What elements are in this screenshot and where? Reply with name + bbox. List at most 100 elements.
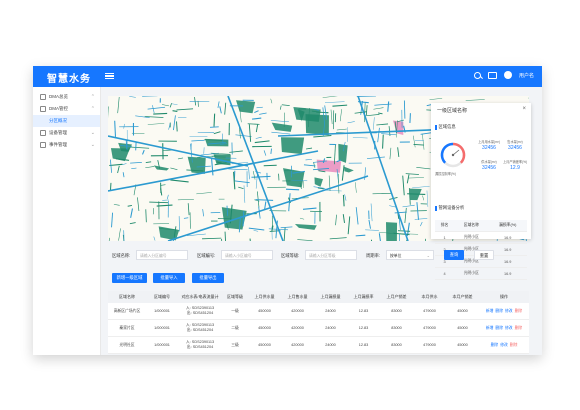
map-pipe xyxy=(172,110,178,112)
map-pipe xyxy=(324,101,345,103)
sidebar-item-dma-overview[interactable]: DMA总览 ⌃ xyxy=(33,91,100,103)
map-pipe xyxy=(302,207,317,210)
map-pipe xyxy=(299,217,305,220)
map-pipe xyxy=(167,194,169,200)
area-code-label: 区域编号: xyxy=(197,253,216,258)
map-pipe xyxy=(122,163,127,166)
map-pipe xyxy=(251,117,262,120)
sidebar: DMA总览 ⌃ DMA管控 ⌃ 分区概况 设备管理 ⌄ 事件管理 ⌄ xyxy=(33,87,101,355)
sidebar-item-dma-control[interactable]: DMA管控 ⌃ xyxy=(33,103,100,115)
col-header: 上月供水量 xyxy=(248,291,281,303)
month-diff-cell: 45000 xyxy=(446,336,479,354)
row-action-link[interactable]: 删除 xyxy=(495,326,503,330)
sidebar-item-label: DMA管控 xyxy=(49,106,68,111)
map-pipe xyxy=(352,137,368,139)
map-pipe xyxy=(111,212,114,228)
map-pipe xyxy=(173,115,176,131)
name-cell: 高新区广场片区 xyxy=(108,303,146,320)
reset-button[interactable]: 重置 xyxy=(474,250,494,260)
map-pipe xyxy=(228,168,248,171)
col-header: 区域等级 xyxy=(222,291,248,303)
row-action-link[interactable]: 删除 xyxy=(510,343,518,347)
event-icon xyxy=(40,142,46,148)
row-action-link[interactable]: 修改 xyxy=(505,309,513,313)
menu-toggle-icon[interactable] xyxy=(105,71,114,80)
row-action-link[interactable]: 新增 xyxy=(486,326,494,330)
section-zone-info: 区域信息 xyxy=(435,124,456,130)
map-pipe xyxy=(229,150,243,153)
map-park-area xyxy=(235,100,256,114)
map-pipe xyxy=(342,214,345,223)
row-action-link[interactable]: 修改 xyxy=(500,343,508,347)
map-pipe xyxy=(377,127,380,143)
ops-cell: 删除 修改 删除 xyxy=(479,336,529,354)
map-pipe xyxy=(285,188,300,191)
row-action-link[interactable]: 删除 xyxy=(491,343,499,347)
map-pipe xyxy=(374,103,392,106)
search-icon[interactable] xyxy=(473,71,481,79)
map-pipe xyxy=(279,105,282,110)
map-pipe xyxy=(248,227,265,231)
rate-cell: 16.9 xyxy=(488,267,527,280)
map-pipe xyxy=(176,108,194,111)
map-pipe xyxy=(142,149,145,155)
map-pipe xyxy=(254,140,270,144)
map-pipe xyxy=(416,167,431,170)
area-level-input[interactable]: 请输入分区等级 xyxy=(305,250,357,260)
diff-cell: 83000 xyxy=(380,303,413,320)
map-pipe xyxy=(280,226,293,229)
ops-cell: 新增 删除 修改 删除 xyxy=(479,303,529,320)
batch-import-button[interactable]: 批量导入 xyxy=(153,273,185,283)
query-button[interactable]: 查询 xyxy=(444,250,464,260)
row-action-link[interactable]: 删除 xyxy=(495,309,503,313)
grid-icon xyxy=(40,106,46,112)
map-pipe xyxy=(117,96,120,114)
map-pipe xyxy=(176,121,178,132)
area-code-input[interactable]: 请输入小区编号 xyxy=(221,250,273,260)
map-pipe xyxy=(217,101,220,108)
map-pipe xyxy=(372,192,392,195)
area-name-input[interactable]: 请输入分区编号 xyxy=(136,250,188,260)
level-cell: 三级 xyxy=(222,336,248,354)
row-action-link[interactable]: 修改 xyxy=(505,326,513,330)
filter-bar: 区域名称: 请输入分区编号 区域编号: 请输入小区编号 区域等级: 请输入分区等… xyxy=(108,249,529,263)
sidebar-item-device[interactable]: 设备管理 ⌄ xyxy=(33,127,100,139)
row-action-link[interactable]: 删除 xyxy=(515,309,523,313)
map-pipe xyxy=(248,124,252,142)
map-pipe xyxy=(344,194,347,201)
meter-cell: 入: SDS2390113 出: SDS451204 xyxy=(178,336,222,354)
username[interactable]: 用户名 xyxy=(519,72,534,79)
map-pipe xyxy=(281,104,290,107)
map-pipe xyxy=(329,237,347,240)
month-supply-cell: 479000 xyxy=(413,319,446,337)
sidebar-item-event[interactable]: 事件管理 ⌄ xyxy=(33,139,100,151)
close-icon[interactable]: × xyxy=(522,106,526,112)
avatar[interactable] xyxy=(503,71,512,79)
map-pipe xyxy=(113,204,120,206)
sidebar-subitem-zone-overview[interactable]: 分区概况 xyxy=(33,115,100,127)
map-pipe xyxy=(224,102,227,115)
row-action-link[interactable]: 删除 xyxy=(515,326,523,330)
mail-icon[interactable] xyxy=(487,71,497,79)
zone-info-panel: 一级区域名称 × 区域信息 漏损控制率(%) 上月用水量(m³) 32456 售水… xyxy=(431,103,531,280)
sold-cell: 420000 xyxy=(281,319,314,337)
sidebar-item-label: DMA总览 xyxy=(49,94,68,99)
table-header: 区域名称 区域编号 对应水表/电表流量计 区域等级 上月供水量 上月售水量 上月… xyxy=(108,291,529,303)
batch-export-button[interactable]: 批量导出 xyxy=(192,273,224,283)
loss-cell: 24000 xyxy=(314,319,347,337)
map-pipe xyxy=(373,117,375,130)
stat-value: 32456 xyxy=(508,145,522,151)
ranking-header: 排名 区域名称 漏损率(%) xyxy=(435,220,527,232)
meter-out: 出: SDS451204 xyxy=(186,328,214,332)
zone-table: 区域名称 区域编号 对应水表/电表流量计 区域等级 上月供水量 上月售水量 上月… xyxy=(108,291,529,354)
cycle-select[interactable]: 按单位 ⌄ xyxy=(386,250,434,260)
map-pipe xyxy=(170,167,178,171)
map-pipe xyxy=(129,96,136,98)
map-pipe xyxy=(413,135,416,148)
row-action-link[interactable]: 新增 xyxy=(486,309,494,313)
map-pipe xyxy=(342,194,345,207)
map-main-pipe xyxy=(167,175,369,241)
add-zone-button[interactable]: 新增一级区域 xyxy=(112,273,147,283)
supply-cell: 450000 xyxy=(248,319,281,337)
diff-cell: 83000 xyxy=(380,319,413,337)
